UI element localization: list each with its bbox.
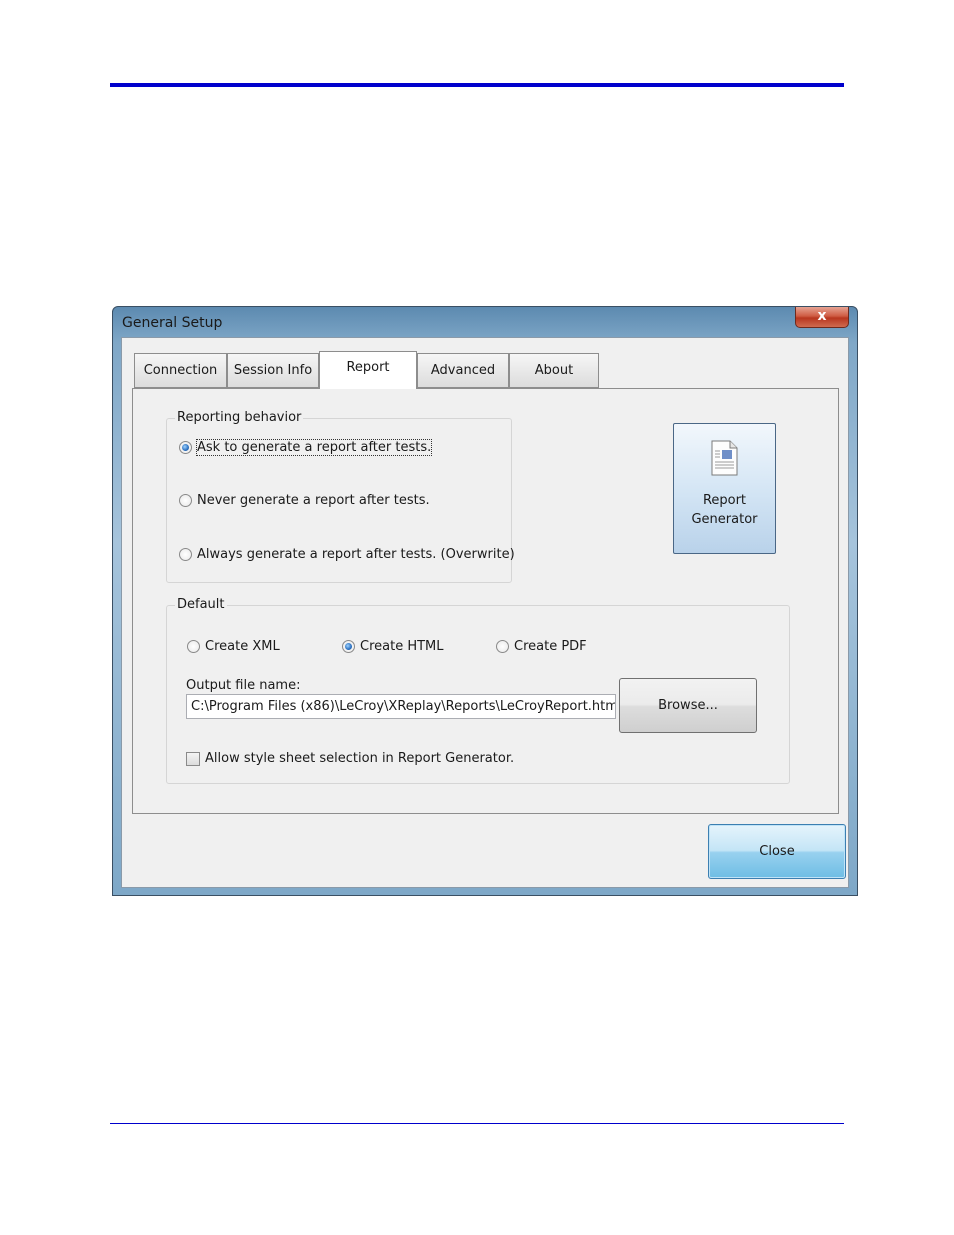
footer-rule [110, 1123, 844, 1124]
report-tab-panel: Reporting behavior Ask to generate a rep… [132, 388, 839, 814]
tab-report[interactable]: Report [319, 351, 417, 389]
radio-ask-report[interactable]: Ask to generate a report after tests. [179, 439, 433, 456]
tab-about[interactable]: About [509, 353, 599, 388]
output-file-field[interactable]: C:\Program Files (x86)\LeCroy\XReplay\Re… [186, 694, 616, 719]
radio-button-checked[interactable] [342, 640, 355, 653]
radio-create-pdf[interactable]: Create PDF [496, 639, 587, 654]
radio-never-report[interactable]: Never generate a report after tests. [179, 493, 430, 508]
report-generator-button[interactable]: Report Generator [673, 423, 776, 554]
radio-never-report-label: Never generate a report after tests. [197, 493, 430, 508]
radio-always-report-label: Always generate a report after tests. (O… [197, 547, 515, 562]
radio-always-report[interactable]: Always generate a report after tests. (O… [179, 547, 515, 562]
close-window-button[interactable]: x [795, 307, 849, 328]
reporting-behavior-label: Reporting behavior [175, 410, 304, 425]
browse-button[interactable]: Browse... [619, 678, 757, 733]
close-button[interactable]: Close [708, 824, 846, 879]
tab-advanced[interactable]: Advanced [417, 353, 509, 388]
radio-ask-report-label: Ask to generate a report after tests. [195, 439, 433, 456]
default-group-label: Default [175, 597, 227, 612]
general-setup-dialog: General Setup x Connection Session Info … [112, 306, 858, 896]
radio-create-xml[interactable]: Create XML [187, 639, 280, 654]
radio-button-checked[interactable] [179, 441, 192, 454]
radio-button[interactable] [187, 640, 200, 653]
radio-button[interactable] [179, 494, 192, 507]
radio-create-xml-label: Create XML [205, 639, 280, 654]
radio-button[interactable] [179, 548, 192, 561]
radio-button[interactable] [496, 640, 509, 653]
stylesheet-checkbox-label: Allow style sheet selection in Report Ge… [205, 751, 515, 766]
header-rule [110, 83, 844, 87]
close-icon: x [817, 308, 827, 324]
tab-session-info[interactable]: Session Info [227, 353, 319, 388]
stylesheet-checkbox-row[interactable]: Allow style sheet selection in Report Ge… [186, 751, 514, 766]
radio-create-html[interactable]: Create HTML [342, 639, 444, 654]
radio-create-pdf-label: Create PDF [514, 639, 587, 654]
output-file-label: Output file name: [186, 678, 301, 693]
document-icon [711, 440, 738, 476]
radio-create-html-label: Create HTML [360, 639, 444, 654]
window-title: General Setup [122, 315, 223, 331]
report-generator-label: Report Generator [691, 493, 758, 527]
dialog-client-area: Connection Session Info Report Advanced … [121, 337, 849, 888]
tab-connection[interactable]: Connection [134, 353, 227, 388]
stylesheet-checkbox[interactable] [186, 751, 200, 766]
